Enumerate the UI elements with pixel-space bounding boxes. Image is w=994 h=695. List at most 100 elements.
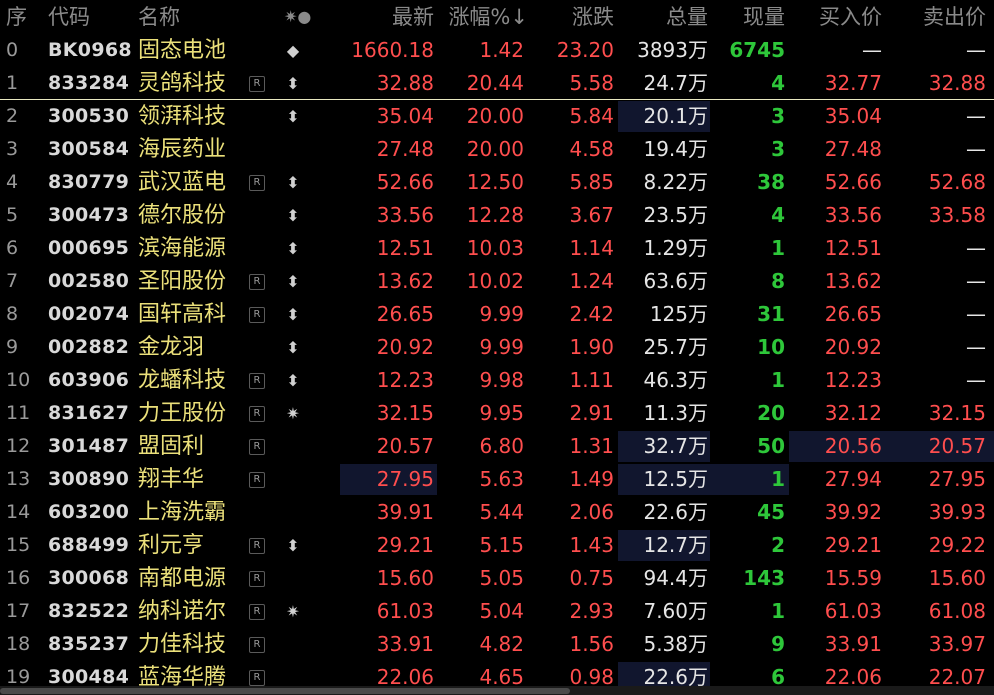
col-header-last[interactable]: 最新 <box>392 0 434 34</box>
margin-flag-badge: R <box>249 670 265 686</box>
col-header-vol[interactable]: 总量 <box>666 0 708 34</box>
current-volume: 3 <box>771 104 785 128</box>
col-header-ask[interactable]: 卖出价 <box>923 0 986 34</box>
total-volume: 24.7万 <box>643 71 708 95</box>
last-price: 33.91 <box>376 632 434 656</box>
row-index: 16 <box>6 567 31 589</box>
table-row[interactable]: 1 833284 灵鸽科技 R ⬍ 32.88 20.44 5.58 24.7万 4 32.77 32… <box>0 67 994 100</box>
row-index: 17 <box>6 600 31 622</box>
current-volume: 143 <box>743 566 785 590</box>
table-row[interactable]: 11 831627 力王股份 R ✷ 32.15 9.95 2.91 11.3万 20 32.12 3… <box>0 397 994 430</box>
total-volume: 125万 <box>649 302 708 326</box>
table-row[interactable]: 8 002074 国轩高科 R ⬍ 26.65 9.99 2.42 125万 31 26.65 — <box>0 298 994 331</box>
stock-name: 龙蟠科技 <box>138 368 227 393</box>
table-row[interactable]: 7 002580 圣阳股份 R ⬍ 13.62 10.02 1.24 63.6万 8 13.62 — <box>0 265 994 298</box>
change-percent: 5.44 <box>479 500 524 524</box>
row-index: 12 <box>6 435 31 457</box>
table-row[interactable]: 15 688499 利元亨 R ⬍ 29.21 5.15 1.43 12.7万 2 29.21 29.… <box>0 529 994 562</box>
table-row[interactable]: 17 832522 纳科诺尔 R ✷ 61.03 5.04 2.93 7.60万 1 61.03 61… <box>0 595 994 628</box>
ask-price: 20.57 <box>928 434 986 458</box>
bid-price: 27.48 <box>824 137 882 161</box>
col-header-cur[interactable]: 现量 <box>743 0 785 34</box>
total-volume: 23.5万 <box>643 203 708 227</box>
status-mark-icon: ◆ <box>286 41 300 60</box>
last-price: 15.60 <box>376 566 434 590</box>
total-volume: 5.38万 <box>643 632 708 656</box>
margin-flag-badge: R <box>249 406 265 422</box>
change-percent: 5.05 <box>479 566 524 590</box>
row-index: 9 <box>6 336 19 358</box>
col-header-chg[interactable]: 涨跌 <box>572 0 614 34</box>
table-row[interactable]: 18 835237 力佳科技 R 33.91 4.82 1.56 5.38万 9 33.91 33.… <box>0 628 994 661</box>
last-price: 20.92 <box>376 335 434 359</box>
status-mark-icon: ⬍ <box>286 107 300 126</box>
bid-price: 35.04 <box>824 104 882 128</box>
last-price: 13.62 <box>376 269 434 293</box>
stock-name: 力佳科技 <box>138 632 227 657</box>
table-row[interactable]: 10 603906 龙蟠科技 R ⬍ 12.23 9.98 1.11 46.3万 1 12.23 — <box>0 364 994 397</box>
ask-price: 39.93 <box>928 500 986 524</box>
stock-code: 300530 <box>48 105 130 127</box>
last-price: 33.56 <box>376 203 434 227</box>
change-percent: 9.99 <box>479 335 524 359</box>
change-percent: 9.95 <box>479 401 524 425</box>
current-volume: 4 <box>771 203 785 227</box>
bid-price: 20.56 <box>824 434 882 458</box>
col-header-bid[interactable]: 买入价 <box>819 0 882 34</box>
ask-price: 27.95 <box>928 467 986 491</box>
current-volume: 1 <box>771 368 785 392</box>
table-row[interactable]: 5 300473 德尔股份 ⬍ 33.56 12.28 3.67 23.5万 4 33.56 33.… <box>0 199 994 232</box>
col-header-mark[interactable]: ✷● <box>284 0 311 34</box>
table-row[interactable]: 6 000695 滨海能源 ⬍ 12.51 10.03 1.14 1.29万 1 12.51 — <box>0 232 994 265</box>
table-row[interactable]: 3 300584 海辰药业 27.48 20.00 4.58 19.4万 3 27.48 — <box>0 133 994 166</box>
col-header-idx[interactable]: 序 <box>6 0 27 34</box>
bid-price: — <box>862 38 882 62</box>
status-mark-icon: ⬍ <box>286 371 300 390</box>
stock-code: 300890 <box>48 468 130 490</box>
ask-price: — <box>966 137 986 161</box>
change-amount: 3.67 <box>569 203 614 227</box>
horizontal-scrollbar-thumb[interactable] <box>0 688 570 694</box>
row-index: 18 <box>6 633 31 655</box>
margin-flag-badge: R <box>249 76 265 92</box>
stock-name: 上海洗霸 <box>138 500 227 525</box>
last-price: 29.21 <box>376 533 434 557</box>
total-volume: 32.7万 <box>643 434 708 458</box>
total-volume: 3893万 <box>637 38 708 62</box>
status-mark-icon: ⬍ <box>286 74 300 93</box>
change-percent: 4.82 <box>479 632 524 656</box>
change-percent: 12.50 <box>466 170 524 194</box>
col-header-name[interactable]: 名称 <box>138 0 180 34</box>
row-index: 15 <box>6 534 31 556</box>
col-header-pct-sorted[interactable]: 涨幅%↓ <box>448 0 528 34</box>
change-amount: 1.31 <box>569 434 614 458</box>
ask-price: 33.97 <box>928 632 986 656</box>
stock-code: 301487 <box>48 435 130 457</box>
ask-price: 32.88 <box>928 71 986 95</box>
change-percent: 12.28 <box>466 203 524 227</box>
stock-code: 002882 <box>48 336 130 358</box>
table-row[interactable]: 13 300890 翔丰华 R 27.95 5.63 1.49 12.5万 1 27.94 27.9… <box>0 463 994 496</box>
change-amount: 23.20 <box>556 38 614 62</box>
status-mark-icon: ⬍ <box>286 206 300 225</box>
stock-name: 武汉蓝电 <box>138 170 227 195</box>
bid-price: 20.92 <box>824 335 882 359</box>
table-row[interactable]: 0 BK0968 固态电池 ◆ 1660.18 1.42 23.20 3893万 6745 — — <box>0 34 994 67</box>
table-row[interactable]: 9 002882 金龙羽 ⬍ 20.92 9.99 1.90 25.7万 10 20.92 — <box>0 331 994 364</box>
row-index: 1 <box>6 72 19 94</box>
table-row[interactable]: 4 830779 武汉蓝电 R ⬍ 52.66 12.50 5.85 8.22万 38 52.66 5… <box>0 166 994 199</box>
total-volume: 46.3万 <box>643 368 708 392</box>
change-amount: 0.75 <box>569 566 614 590</box>
current-volume: 8 <box>771 269 785 293</box>
stock-code: 603906 <box>48 369 130 391</box>
table-row[interactable]: 2 300530 领湃科技 ⬍ 35.04 20.00 5.84 20.1万 3 35.04 — <box>0 100 994 133</box>
table-row[interactable]: 12 301487 盟固利 R 20.57 6.80 1.31 32.7万 50 20.56 20.… <box>0 430 994 463</box>
stock-name: 翔丰华 <box>138 467 205 492</box>
status-mark-icon: ⬍ <box>286 173 300 192</box>
col-header-code[interactable]: 代码 <box>48 0 90 34</box>
table-row[interactable]: 14 603200 上海洗霸 39.91 5.44 2.06 22.6万 45 39.92 39.… <box>0 496 994 529</box>
table-row[interactable]: 16 300068 南都电源 R 15.60 5.05 0.75 94.4万 143 15.59 1… <box>0 562 994 595</box>
row-index: 5 <box>6 204 19 226</box>
change-amount: 5.84 <box>569 104 614 128</box>
row-index: 6 <box>6 237 19 259</box>
